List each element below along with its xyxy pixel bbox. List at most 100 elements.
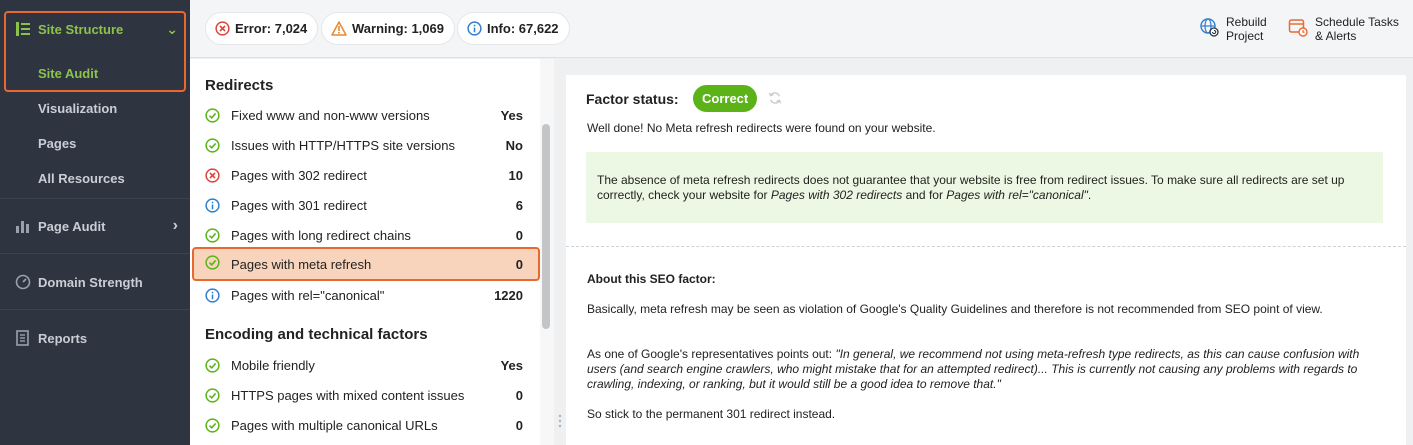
check-icon bbox=[205, 108, 220, 126]
list-item-label: Pages with rel="canonical" bbox=[231, 287, 385, 303]
status-message: Well done! No Meta refresh redirects wer… bbox=[587, 121, 936, 135]
sidebar-item-page-audit[interactable]: Page Audit › bbox=[0, 215, 190, 237]
sidebar-item-pages[interactable]: Pages bbox=[38, 136, 76, 151]
about-paragraph-2: As one of Google's representatives point… bbox=[587, 347, 1377, 392]
sidebar-item-site-audit[interactable]: Site Audit bbox=[38, 66, 98, 81]
info-icon bbox=[467, 21, 482, 36]
reports-label: Reports bbox=[38, 330, 88, 346]
list-item-value: Yes bbox=[500, 107, 523, 123]
schedule-tasks-button[interactable]: Schedule Tasks & Alerts bbox=[1288, 15, 1399, 43]
list-item[interactable]: HTTPS pages with mixed content issues 0 bbox=[190, 380, 540, 410]
list-item[interactable]: Pages with rel="canonical" 1220 bbox=[190, 280, 540, 310]
check-icon bbox=[205, 255, 220, 273]
site-structure-label: Site Structure bbox=[38, 21, 124, 37]
rebuild-line-2: Project bbox=[1226, 29, 1264, 43]
sidebar-divider bbox=[0, 309, 190, 310]
factor-detail-panel: Factor status: Correct Well done! No Met… bbox=[566, 75, 1406, 445]
list-item-label: Fixed www and non-www versions bbox=[231, 107, 430, 123]
check-icon bbox=[205, 358, 220, 376]
info-note: The absence of meta refresh redirects do… bbox=[586, 152, 1383, 223]
list-item-value: 0 bbox=[515, 417, 523, 433]
page-audit-icon bbox=[14, 217, 32, 235]
list-item-label: Pages with long redirect chains bbox=[231, 227, 411, 243]
list-item[interactable]: Pages with multiple canonical URLs 0 bbox=[190, 410, 540, 440]
chevron-down-icon: ⌄ bbox=[166, 20, 178, 37]
list-item[interactable]: Pages with long redirect chains 0 bbox=[190, 220, 540, 250]
section-divider bbox=[566, 246, 1406, 247]
list-item[interactable]: Mobile friendly Yes bbox=[190, 350, 540, 380]
schedule-line-2: & Alerts bbox=[1315, 29, 1357, 43]
warning-count-pill[interactable]: Warning: 1,069 bbox=[322, 13, 454, 44]
list-item-value: 6 bbox=[515, 197, 523, 213]
list-item-label: Pages with 301 redirect bbox=[231, 197, 367, 213]
panel-splitter[interactable] bbox=[554, 59, 566, 445]
about-heading: About this SEO factor: bbox=[587, 272, 716, 286]
list-item-label: Mobile friendly bbox=[231, 357, 315, 373]
list-item-value: No bbox=[505, 137, 523, 153]
list-item-value: 1220 bbox=[494, 287, 523, 303]
schedule-tasks-label: Schedule Tasks & Alerts bbox=[1315, 15, 1399, 43]
refresh-icon[interactable] bbox=[768, 91, 782, 108]
list-item-label: Pages with meta refresh bbox=[231, 256, 372, 272]
list-item-label: Pages with 302 redirect bbox=[231, 167, 367, 183]
warning-icon bbox=[331, 21, 347, 36]
sidebar-item-reports[interactable]: Reports bbox=[0, 327, 190, 349]
warning-count: Warning: 1,069 bbox=[352, 21, 444, 36]
chevron-right-icon: › bbox=[172, 217, 178, 234]
factor-status-label: Factor status: bbox=[586, 91, 679, 107]
error-icon bbox=[205, 168, 220, 186]
note-text: . bbox=[1087, 188, 1092, 202]
site-structure-icon bbox=[14, 20, 32, 38]
list-item-value: 0 bbox=[515, 387, 523, 403]
sidebar-item-visualization[interactable]: Visualization bbox=[38, 101, 117, 116]
about-paragraph-1: Basically, meta refresh may be seen as v… bbox=[587, 302, 1323, 316]
check-icon bbox=[205, 138, 220, 156]
globe-refresh-icon bbox=[1199, 17, 1219, 40]
error-count-pill[interactable]: Error: 7,024 bbox=[206, 13, 318, 44]
gauge-icon bbox=[14, 273, 32, 291]
note-link-canonical: Pages with rel="canonical" bbox=[946, 188, 1088, 202]
section-heading-encoding: Encoding and technical factors bbox=[205, 326, 428, 343]
check-icon bbox=[205, 388, 220, 406]
list-item-value: 0 bbox=[515, 256, 523, 272]
rebuild-project-label: Rebuild Project bbox=[1226, 15, 1267, 43]
rebuild-line-1: Rebuild bbox=[1226, 15, 1267, 29]
list-item[interactable]: Pages with 302 redirect 10 bbox=[190, 160, 540, 190]
list-item-value: 10 bbox=[508, 167, 523, 183]
sidebar-divider bbox=[0, 253, 190, 254]
sidebar-item-all-resources[interactable]: All Resources bbox=[38, 171, 125, 186]
top-bar: Error: 7,024 Warning: 1,069 Info: 67,622… bbox=[190, 0, 1413, 58]
list-item-selected[interactable]: Pages with meta refresh 0 bbox=[192, 247, 540, 281]
schedule-line-1: Schedule Tasks bbox=[1315, 15, 1399, 29]
domain-strength-label: Domain Strength bbox=[38, 274, 143, 290]
rebuild-project-button[interactable]: Rebuild Project bbox=[1199, 15, 1267, 43]
section-heading-redirects: Redirects bbox=[205, 77, 274, 94]
list-item-label: Pages with multiple canonical URLs bbox=[231, 417, 438, 433]
info-count-pill[interactable]: Info: 67,622 bbox=[458, 13, 569, 44]
factor-status-badge: Correct bbox=[693, 85, 758, 112]
note-link-302: Pages with 302 redirects bbox=[770, 188, 903, 202]
sidebar: Site Structure ⌄ Site Audit Visualizatio… bbox=[0, 0, 190, 445]
list-item[interactable]: Pages with 301 redirect 6 bbox=[190, 190, 540, 220]
check-icon bbox=[205, 418, 220, 436]
error-icon bbox=[215, 21, 230, 36]
reports-icon bbox=[14, 329, 32, 347]
info-icon bbox=[205, 198, 220, 216]
sidebar-item-site-structure[interactable]: Site Structure ⌄ bbox=[0, 18, 190, 40]
note-text: and for bbox=[902, 188, 947, 202]
list-item-value: Yes bbox=[500, 357, 523, 373]
factor-list-panel: Redirects Fixed www and non-www versions… bbox=[190, 59, 554, 445]
about-paragraph-3: So stick to the permanent 301 redirect i… bbox=[587, 407, 836, 421]
drag-handle-icon[interactable] bbox=[558, 414, 562, 428]
list-item-value: 0 bbox=[515, 227, 523, 243]
sidebar-divider bbox=[0, 198, 190, 199]
list-item[interactable]: Fixed www and non-www versions Yes bbox=[190, 100, 540, 130]
scrollbar-thumb[interactable] bbox=[542, 124, 550, 329]
info-count: Info: 67,622 bbox=[487, 21, 559, 36]
page-audit-label: Page Audit bbox=[38, 218, 106, 234]
check-icon bbox=[205, 228, 220, 246]
sidebar-item-domain-strength[interactable]: Domain Strength bbox=[0, 271, 190, 293]
about-text: As one of Google's representatives point… bbox=[587, 347, 836, 361]
info-icon bbox=[205, 288, 220, 306]
list-item[interactable]: Issues with HTTP/HTTPS site versions No bbox=[190, 130, 540, 160]
